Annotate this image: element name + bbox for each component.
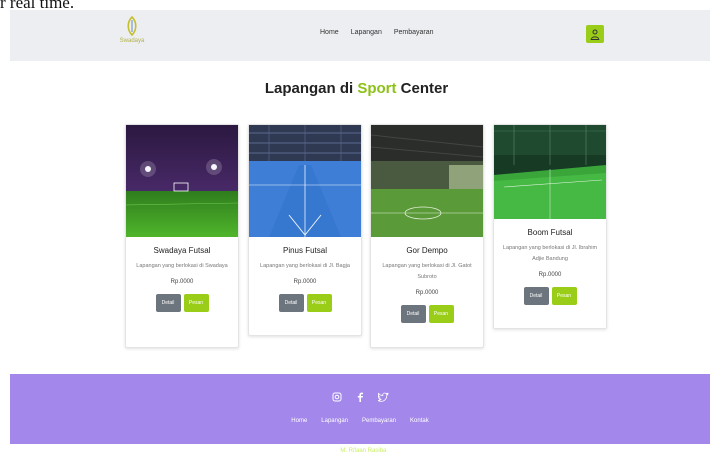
card-price: Rp.0000 (538, 272, 562, 278)
field-photo (494, 125, 606, 219)
card-name: Swadaya Futsal (153, 246, 211, 255)
social-links (10, 392, 710, 402)
footer-credit: Created by M. Rifaan Rasiba | © 2021 (10, 448, 710, 454)
detail-button[interactable]: Detail (400, 305, 426, 323)
credit-suffix: | © 2021 (386, 448, 411, 454)
card-description: Lapangan yang berlokasi di Jl. Bagja (260, 263, 350, 269)
page-title: Lapangan di Sport Center (0, 80, 713, 97)
user-button[interactable] (586, 25, 604, 43)
field-card-boom: Boom Futsal Lapangan yang berlokasi di J… (493, 124, 607, 329)
card-actions: Detail Pesan (249, 294, 361, 312)
credit-author-link[interactable]: M. Rifaan Rasiba (340, 448, 386, 454)
field-card-swadaya: Swadaya Futsal Lapangan yang berlokasi d… (125, 124, 239, 348)
brand-logo-icon[interactable] (117, 15, 147, 37)
footer-link-lapangan[interactable]: Lapangan (321, 418, 348, 424)
twitter-icon[interactable] (377, 392, 389, 402)
card-description: Lapangan yang berlokasi di Swadaya (136, 263, 228, 269)
field-photo (249, 125, 361, 237)
page-title-accent: Sport (357, 80, 397, 97)
nav-item-home[interactable]: Home (320, 29, 339, 36)
card-name: Pinus Futsal (282, 246, 328, 255)
book-button[interactable]: Pesan (183, 294, 209, 312)
card-description: Lapangan yang berlokasi di Jl. Gatot Sub… (382, 263, 472, 280)
field-card-gor-dempo: Gor Dempo Lapangan yang berlokasi di Jl.… (370, 124, 484, 348)
page-title-prefix: Lapangan di (264, 80, 358, 97)
card-price: Rp.0000 (415, 290, 439, 296)
credit-prefix: Created by (309, 448, 341, 454)
book-button[interactable]: Pesan (428, 305, 454, 323)
card-name: Gor Dempo (406, 246, 448, 255)
detail-button[interactable]: Detail (523, 287, 549, 305)
card-description: Lapangan yang berlokasi di Jl. Ibrahim A… (502, 245, 598, 262)
field-photo (371, 125, 483, 237)
nav-item-lapangan[interactable]: Lapangan (351, 29, 382, 36)
footer: Home Lapangan Pembayaran Kontak Created … (10, 374, 710, 454)
book-button[interactable]: Pesan (306, 294, 332, 312)
facebook-icon[interactable] (356, 392, 364, 402)
card-price: Rp.0000 (170, 279, 194, 285)
footer-link-pembayaran[interactable]: Pembayaran (362, 418, 396, 424)
user-icon (590, 29, 600, 40)
brand-name: Swadaya (119, 38, 145, 44)
card-price: Rp.0000 (293, 279, 317, 285)
card-name: Boom Futsal (527, 228, 573, 237)
card-actions: Detail Pesan (126, 294, 238, 312)
footer-links: Home Lapangan Pembayaran Kontak (10, 418, 710, 424)
field-card-pinus: Pinus Futsal Lapangan yang berlokasi di … (248, 124, 362, 336)
nav-item-pembayaran[interactable]: Pembayaran (394, 29, 434, 36)
footer-link-home[interactable]: Home (291, 418, 307, 424)
book-button[interactable]: Pesan (551, 287, 577, 305)
card-actions: Detail Pesan (494, 287, 606, 305)
instagram-icon[interactable] (332, 392, 342, 402)
detail-button[interactable]: Detail (278, 294, 304, 312)
field-photo (126, 125, 238, 237)
navbar: Swadaya Home Lapangan Pembayaran (10, 10, 710, 61)
card-actions: Detail Pesan (371, 305, 483, 323)
page-title-suffix: Center (396, 80, 449, 97)
nav-menu: Home Lapangan Pembayaran (320, 29, 434, 36)
footer-link-kontak[interactable]: Kontak (410, 418, 429, 424)
detail-button[interactable]: Detail (155, 294, 181, 312)
